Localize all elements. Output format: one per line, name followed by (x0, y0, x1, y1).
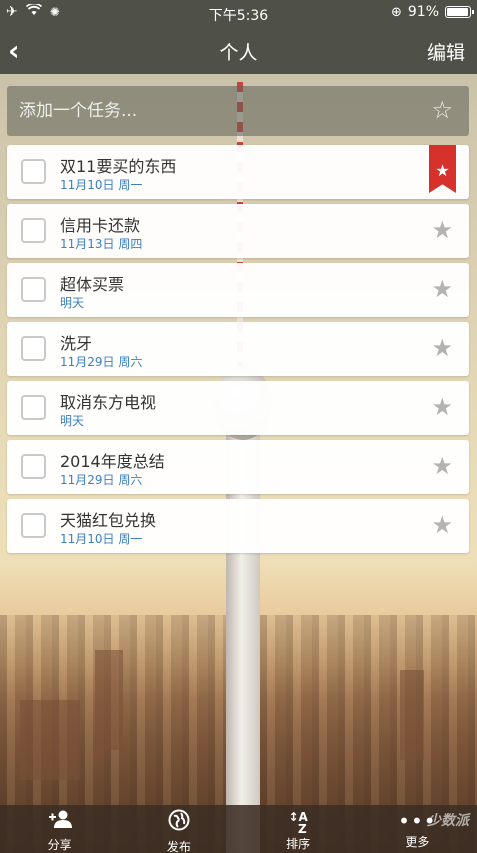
star-icon[interactable]: ★ (431, 511, 453, 539)
star-icon[interactable]: ★ (431, 334, 453, 362)
task-due-date: 11月10日 周一 (60, 178, 143, 192)
star-icon[interactable]: ★ (431, 216, 453, 244)
share-button[interactable]: 分享 (0, 805, 119, 853)
task-checkbox[interactable] (21, 454, 46, 479)
share-label: 分享 (47, 838, 72, 852)
task-title: 超体买票 (60, 275, 125, 294)
navigation-bar: ‹ 个人 编辑 (0, 28, 477, 74)
task-due-date: 11月29日 周六 (60, 355, 143, 369)
task-title: 2014年度总结 (60, 452, 165, 471)
bottom-toolbar: 分享 发布 ↕A Z 排序 ••• 更多 (0, 805, 477, 853)
task-due-date: 11月10日 周一 (60, 532, 143, 546)
task-checkbox[interactable] (21, 277, 46, 302)
edit-button[interactable]: 编辑 (427, 38, 465, 65)
star-icon[interactable]: ★ (431, 275, 453, 303)
sort-label: 排序 (286, 837, 311, 851)
task-due-date: 11月29日 周六 (60, 473, 143, 487)
star-icon[interactable]: ★ (431, 393, 453, 421)
add-person-icon (0, 809, 119, 836)
add-task-bar: ☆ (7, 86, 469, 136)
task-due-date: 明天 (60, 296, 85, 310)
battery-icon (445, 6, 474, 18)
publish-button[interactable]: 发布 (119, 805, 238, 853)
task-checkbox[interactable] (21, 395, 46, 420)
add-task-star-icon[interactable]: ☆ (431, 96, 453, 124)
task-title: 洗牙 (60, 334, 93, 353)
starred-flag-icon[interactable]: ★ (429, 145, 456, 193)
battery-percent: 91% (407, 4, 439, 20)
task-item[interactable]: 2014年度总结 11月29日 周六 ★ (7, 440, 469, 494)
sort-az-icon: ↕A Z (288, 810, 308, 836)
task-item[interactable]: 洗牙 11月29日 周六 ★ (7, 322, 469, 376)
task-item[interactable]: 双11要买的东西 11月10日 周一 ★ (7, 145, 469, 199)
sort-button[interactable]: ↕A Z 排序 (239, 805, 358, 853)
task-due-date: 11月13日 周四 (60, 237, 143, 251)
task-checkbox[interactable] (21, 218, 46, 243)
task-item[interactable]: 超体买票 明天 ★ (7, 263, 469, 317)
task-due-date: 明天 (60, 414, 85, 428)
add-task-input[interactable] (19, 98, 409, 124)
task-checkbox[interactable] (21, 336, 46, 361)
task-list: 双11要买的东西 11月10日 周一 ★ 信用卡还款 11月13日 周四 ★ 超… (7, 145, 469, 558)
task-title: 取消东方电视 (60, 393, 157, 412)
more-label: 更多 (405, 835, 430, 849)
status-bar: ✈ ✺ 下午5:36 ⊕ 91% (0, 0, 477, 28)
task-title: 双11要买的东西 (60, 157, 177, 176)
task-item[interactable]: 取消东方电视 明天 ★ (7, 381, 469, 435)
task-item[interactable]: 天猫红包兑换 11月10日 周一 ★ (7, 499, 469, 553)
background-building (20, 700, 80, 780)
background-building (400, 670, 424, 760)
task-item[interactable]: 信用卡还款 11月13日 周四 ★ (7, 204, 469, 258)
globe-icon (119, 809, 238, 838)
background-building (95, 650, 123, 750)
task-checkbox[interactable] (21, 513, 46, 538)
task-checkbox[interactable] (21, 159, 46, 184)
watermark: 少数派 (427, 813, 469, 829)
task-title: 信用卡还款 (60, 216, 141, 235)
page-title: 个人 (219, 42, 258, 64)
star-icon[interactable]: ★ (431, 452, 453, 480)
task-title: 天猫红包兑换 (60, 511, 157, 530)
rotation-lock-icon: ⊕ (390, 4, 402, 20)
publish-label: 发布 (166, 840, 191, 853)
